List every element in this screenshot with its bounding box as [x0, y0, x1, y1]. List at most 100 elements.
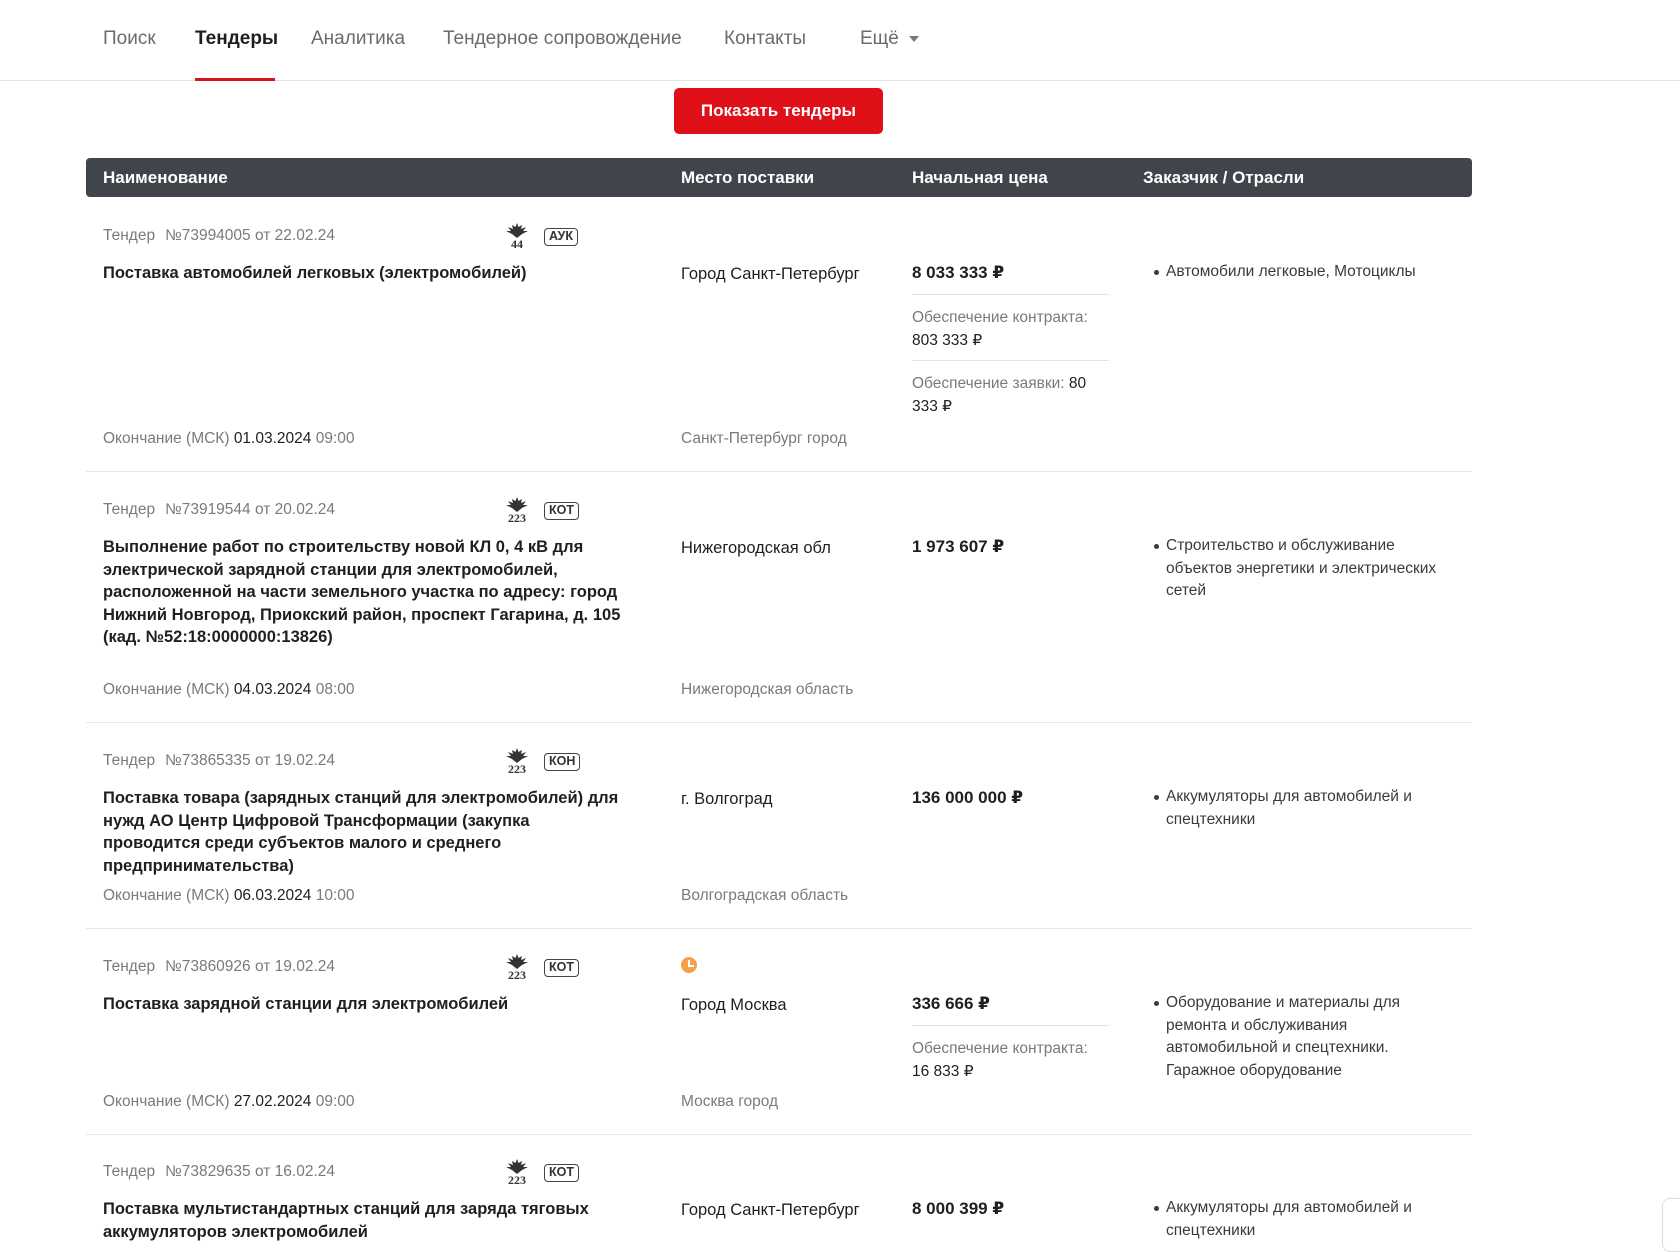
column-header-place: Место поставки [681, 168, 815, 187]
procedure-type-badge: КОТ [544, 1164, 579, 1182]
tender-kind: Тендер [103, 227, 156, 244]
industry-item: Строительство и обслуживание объектов эн… [1152, 535, 1452, 603]
table-row[interactable]: Тендер №73919544 от 20.02.24 223 КОТ Выпо… [86, 472, 1472, 723]
procedure-type-badge: КОН [544, 753, 581, 771]
deadline-time: 10:00 [315, 887, 355, 904]
deadline-label: Окончание (МСК) [103, 1093, 230, 1110]
delivery-region: Волгоградская область [681, 887, 849, 904]
nav-tab-tenders[interactable]: Тендеры [195, 28, 278, 50]
contract-security-value: 16 833 ₽ [912, 1063, 974, 1080]
deadline-date: 04.03.2024 [233, 681, 312, 698]
start-price: 1 973 607 ₽ [912, 537, 1005, 556]
delivery-place: Нижегородская обл [681, 539, 831, 557]
industry-item: Оборудование и материалы для ремонта и о… [1152, 992, 1452, 1082]
tender-number[interactable]: №73829635 от 16.02.24 [165, 1163, 335, 1180]
contract-security: Обеспечение контракта: 803 333 ₽ [912, 294, 1109, 352]
deadline: Окончание (МСК) 01.03.2024 09:00 [103, 430, 355, 448]
start-price: 8 000 399 ₽ [912, 1199, 1005, 1218]
start-price: 136 000 000 ₽ [912, 788, 1024, 807]
tender-number[interactable]: №73994005 от 22.02.24 [165, 227, 335, 244]
column-header-name: Наименование [103, 168, 228, 187]
deadline: Окончание (МСК) 27.02.2024 09:00 [103, 1093, 355, 1111]
tender-title[interactable]: Выполнение работ по строительству новой … [103, 536, 623, 649]
tender-meta: Тендер №73994005 от 22.02.24 [103, 227, 335, 245]
law-emblem: 223 [504, 954, 530, 981]
law-number: 223 [508, 762, 526, 776]
deadline-date: 06.03.2024 [233, 887, 312, 904]
clock-icon [681, 957, 697, 973]
deadline-label: Окончание (МСК) [103, 430, 230, 447]
delivery-place: Город Москва [681, 996, 787, 1014]
procedure-type-badge: КОТ [544, 959, 579, 977]
column-header-customer: Заказчик / Отрасли [1143, 168, 1305, 187]
deadline: Окончание (МСК) 06.03.2024 10:00 [103, 887, 355, 905]
tender-title[interactable]: Поставка товара (зарядных станций для эл… [103, 787, 623, 877]
tender-meta: Тендер №73865335 от 19.02.24 [103, 752, 335, 770]
tender-number[interactable]: №73919544 от 20.02.24 [165, 501, 335, 518]
side-scroll-tab[interactable] [1662, 1198, 1680, 1252]
tender-title[interactable]: Поставка мультистандартных станций для з… [103, 1198, 623, 1243]
delivery-region: Москва город [681, 1093, 779, 1110]
contract-security-label: Обеспечение контракта: [912, 1040, 1088, 1057]
law-number: 223 [508, 511, 526, 525]
industry-item: Аккумуляторы для автомобилей и спецтехни… [1152, 786, 1452, 831]
show-tenders-button[interactable]: Показать тендеры [674, 88, 883, 134]
table-row[interactable]: Тендер №73865335 от 19.02.24 223 КОН Пост… [86, 723, 1472, 929]
active-tab-indicator [195, 78, 275, 81]
deadline-date: 01.03.2024 [233, 430, 312, 447]
table-row[interactable]: Тендер №73994005 от 22.02.24 44 АУК Поста… [86, 197, 1472, 472]
table-row[interactable]: Тендер №73829635 от 16.02.24 223 КОТ Пост… [86, 1135, 1472, 1252]
nav-tab-search[interactable]: Поиск [103, 28, 156, 50]
law-emblem: 223 [504, 748, 530, 775]
top-navigation: Поиск Тендеры Аналитика Тендерное сопров… [0, 0, 1680, 81]
contract-security-label: Обеспечение контракта: [912, 309, 1088, 326]
bid-security-label: Обеспечение заявки: [912, 375, 1065, 392]
procedure-type-badge: АУК [544, 228, 578, 246]
law-number: 223 [508, 1173, 526, 1187]
deadline: Окончание (МСК) 04.03.2024 08:00 [103, 681, 355, 699]
contract-security: Обеспечение контракта: 16 833 ₽ [912, 1025, 1109, 1083]
table-header: Наименование Место поставки Начальная це… [86, 158, 1472, 197]
law-emblem: 223 [504, 1159, 530, 1186]
column-header-price: Начальная цена [912, 168, 1048, 187]
tender-title[interactable]: Поставка автомобилей легковых (электромо… [103, 262, 623, 285]
tender-kind: Тендер [103, 501, 156, 518]
nav-tab-contacts[interactable]: Контакты [724, 28, 806, 50]
law-emblem: 223 [504, 497, 530, 524]
deadline-date: 27.02.2024 [233, 1093, 312, 1110]
tender-kind: Тендер [103, 752, 156, 769]
delivery-region: Нижегородская область [681, 681, 854, 698]
deadline-label: Окончание (МСК) [103, 681, 230, 698]
law-emblem: 44 [504, 223, 530, 250]
deadline-label: Окончание (МСК) [103, 887, 230, 904]
deadline-time: 09:00 [315, 1093, 355, 1110]
delivery-region: Санкт-Петербург город [681, 430, 847, 447]
law-number: 44 [511, 237, 523, 251]
nav-tab-tender-support[interactable]: Тендерное сопровождение [443, 28, 682, 50]
nav-tab-analytics[interactable]: Аналитика [311, 28, 405, 50]
procedure-type-badge: КОТ [544, 502, 579, 520]
nav-tab-more[interactable]: Ещё [860, 28, 899, 50]
tender-title[interactable]: Поставка зарядной станции для электромоб… [103, 993, 623, 1016]
delivery-place: Город Санкт-Петербург [681, 265, 860, 283]
industry-item: Аккумуляторы для автомобилей и спецтехни… [1152, 1197, 1452, 1242]
tender-meta: Тендер №73829635 от 16.02.24 [103, 1163, 335, 1181]
tender-kind: Тендер [103, 958, 156, 975]
table-row[interactable]: Тендер №73860926 от 19.02.24 223 КОТ Пост… [86, 929, 1472, 1135]
contract-security-value: 803 333 ₽ [912, 332, 983, 349]
tender-number[interactable]: №73860926 от 19.02.24 [165, 958, 335, 975]
law-number: 223 [508, 968, 526, 982]
deadline-time: 09:00 [315, 430, 355, 447]
tender-meta: Тендер №73919544 от 20.02.24 [103, 501, 335, 519]
start-price: 8 033 333 ₽ [912, 263, 1005, 282]
tender-number[interactable]: №73865335 от 19.02.24 [165, 752, 335, 769]
deadline-time: 08:00 [315, 681, 355, 698]
bid-security: Обеспечение заявки: 80 333 ₽ [912, 360, 1109, 418]
tender-kind: Тендер [103, 1163, 156, 1180]
delivery-place: Город Санкт-Петербург [681, 1201, 860, 1219]
delivery-place: г. Волгоград [681, 790, 773, 808]
industry-item: Автомобили легковые, Мотоциклы [1152, 261, 1452, 284]
tender-meta: Тендер №73860926 от 19.02.24 [103, 958, 335, 976]
start-price: 336 666 ₽ [912, 994, 991, 1013]
chevron-down-icon[interactable] [909, 36, 919, 42]
